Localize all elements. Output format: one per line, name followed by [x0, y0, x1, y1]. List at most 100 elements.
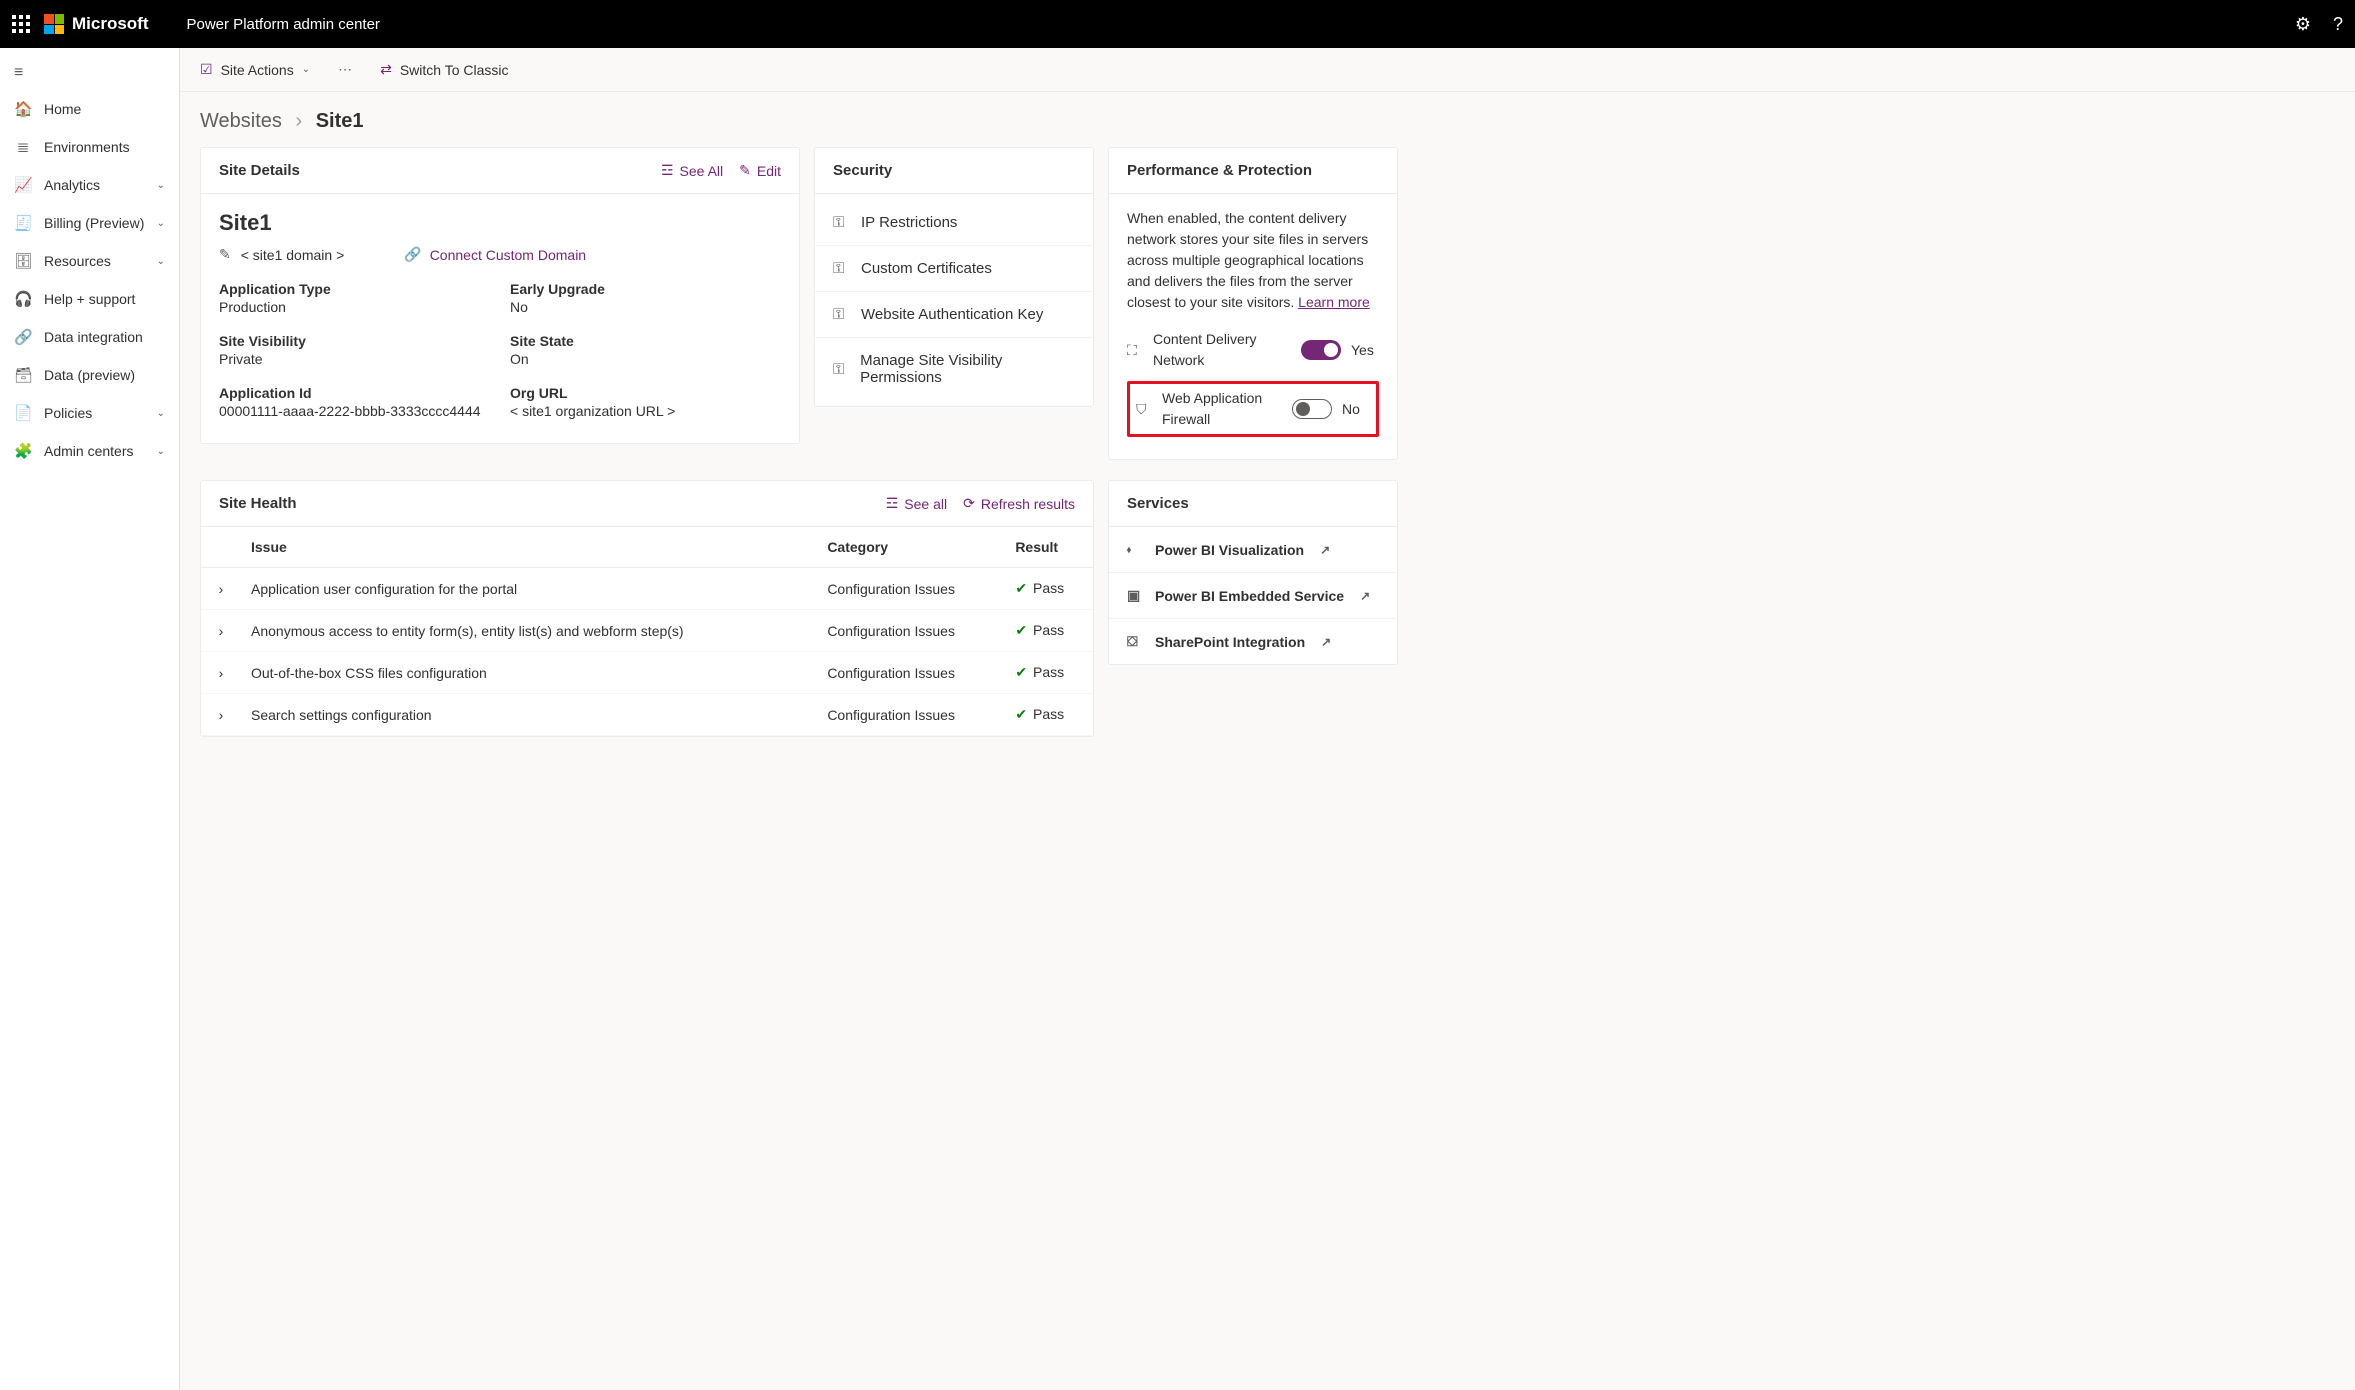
- nav-icon: 🧾: [14, 214, 32, 232]
- issue-cell: Out-of-the-box CSS files configuration: [241, 652, 817, 694]
- cdn-toggle[interactable]: [1301, 340, 1341, 360]
- nav-icon: 📄: [14, 404, 32, 422]
- site-health-card: Site Health ☲See all ⟳Refresh results Is…: [200, 480, 1094, 737]
- waf-row: ⛉ Web Application Firewall No: [1136, 388, 1370, 430]
- breadcrumb-current: Site1: [316, 110, 364, 132]
- chevron-down-icon: ⌄: [157, 218, 165, 229]
- checkmark-icon: ✔: [1015, 622, 1027, 638]
- nav-item-data-integration[interactable]: 🔗Data integration: [0, 318, 179, 356]
- waf-state: No: [1342, 399, 1370, 420]
- pencil-icon[interactable]: ✎: [219, 246, 231, 263]
- issue-cell: Search settings configuration: [241, 694, 817, 736]
- left-nav: ≡ 🏠 Home ≣Environments📈Analytics⌄🧾Billing …: [0, 48, 180, 1390]
- refresh-results-link[interactable]: ⟳Refresh results: [963, 495, 1075, 512]
- app-launcher-icon[interactable]: [12, 15, 30, 33]
- application-id-label: Application Id: [219, 385, 490, 401]
- expand-row-icon[interactable]: ›: [201, 568, 241, 610]
- learn-more-link[interactable]: Learn more: [1298, 294, 1370, 310]
- service-label: SharePoint Integration: [1155, 634, 1305, 650]
- breadcrumb-root[interactable]: Websites: [200, 110, 282, 132]
- expand-row-icon[interactable]: ›: [201, 694, 241, 736]
- nav-item-admin-centers[interactable]: 🧩Admin centers⌄: [0, 432, 179, 470]
- security-item[interactable]: ⚿ Manage Site Visibility Permissions: [815, 338, 1093, 400]
- nav-icon: ≣: [14, 138, 32, 156]
- col-category: Category: [817, 527, 1005, 568]
- nav-icon: 🏠: [14, 100, 32, 118]
- security-title: Security: [833, 162, 892, 179]
- service-label: Power BI Embedded Service: [1155, 588, 1344, 604]
- app-title: Power Platform admin center: [187, 16, 380, 33]
- nav-label: Home: [44, 101, 81, 117]
- key-icon: ⚿: [833, 361, 848, 378]
- gear-icon[interactable]: ⚙: [2295, 14, 2311, 35]
- nav-item-policies[interactable]: 📄Policies⌄: [0, 394, 179, 432]
- switch-classic-label: Switch To Classic: [400, 62, 509, 78]
- category-cell: Configuration Issues: [817, 610, 1005, 652]
- expand-row-icon[interactable]: ›: [201, 652, 241, 694]
- nav-icon: 🗄: [14, 252, 32, 270]
- nav-icon: 📈: [14, 176, 32, 194]
- nav-item-resources[interactable]: 🗄 Resources ⌄: [0, 242, 179, 280]
- security-item-label: IP Restrictions: [861, 214, 957, 231]
- site-state-value: On: [510, 351, 781, 367]
- nav-label: Resources: [44, 253, 111, 269]
- service-icon: ⛋: [1127, 633, 1143, 650]
- application-type-value: Production: [219, 299, 490, 315]
- nav-item-analytics[interactable]: 📈Analytics⌄: [0, 166, 179, 204]
- command-bar: ☑ Site Actions ⌄ ⋯ ⇄ Switch To Classic: [180, 48, 2355, 92]
- connect-custom-domain-link[interactable]: 🔗 Connect Custom Domain: [404, 246, 586, 263]
- nav-item-home[interactable]: 🏠 Home: [0, 90, 179, 128]
- pencil-icon: ✎: [739, 162, 751, 179]
- nav-item-data-preview-[interactable]: 🗃Data (preview): [0, 356, 179, 394]
- health-see-all-link[interactable]: ☲See all: [886, 495, 947, 512]
- checkmark-icon: ✔: [1015, 664, 1027, 680]
- site-details-card: Site Details ☲See All ✎Edit Site1 ✎ < si…: [200, 147, 800, 444]
- early-upgrade-label: Early Upgrade: [510, 281, 781, 297]
- hamburger-icon[interactable]: ≡: [0, 56, 179, 90]
- help-icon[interactable]: ?: [2333, 14, 2343, 35]
- top-bar: Microsoft Power Platform admin center ⚙ …: [0, 0, 2355, 48]
- result-cell: ✔Pass: [1005, 694, 1093, 736]
- category-cell: Configuration Issues: [817, 568, 1005, 610]
- service-item[interactable]: ⛋ SharePoint Integration ↗: [1109, 619, 1397, 664]
- site-actions-menu[interactable]: ☑ Site Actions ⌄: [200, 61, 310, 78]
- checkmark-icon: ✔: [1015, 706, 1027, 722]
- security-item[interactable]: ⚿Website Authentication Key: [815, 292, 1093, 338]
- issue-cell: Anonymous access to entity form(s), enti…: [241, 610, 817, 652]
- site-health-table: Issue Category Result ›Application user …: [201, 527, 1093, 736]
- table-row: ›Application user configuration for the …: [201, 568, 1093, 610]
- table-row: ›Out-of-the-box CSS files configurationC…: [201, 652, 1093, 694]
- service-item[interactable]: ⬪Power BI Visualization↗: [1109, 527, 1397, 573]
- security-item[interactable]: ⚿Custom Certificates: [815, 246, 1093, 292]
- issue-cell: Application user configuration for the p…: [241, 568, 817, 610]
- waf-toggle[interactable]: [1292, 399, 1332, 419]
- application-type-label: Application Type: [219, 281, 490, 297]
- table-row: ›Search settings configurationConfigurat…: [201, 694, 1093, 736]
- chevron-right-icon: ›: [295, 110, 302, 132]
- more-actions-button[interactable]: ⋯: [338, 61, 352, 78]
- chevron-down-icon: ⌄: [157, 256, 165, 267]
- nav-item-environments[interactable]: ≣Environments: [0, 128, 179, 166]
- nav-icon: 🔗: [14, 328, 32, 346]
- see-all-link[interactable]: ☲See All: [661, 162, 723, 179]
- checkmark-icon: ✔: [1015, 580, 1027, 596]
- nav-icon: 🧩: [14, 442, 32, 460]
- result-cell: ✔Pass: [1005, 568, 1093, 610]
- nav-item-billing-preview-[interactable]: 🧾Billing (Preview)⌄: [0, 204, 179, 242]
- open-external-icon: ↗: [1321, 635, 1331, 649]
- security-item[interactable]: ⚿IP Restrictions: [815, 200, 1093, 246]
- expand-row-icon[interactable]: ›: [201, 610, 241, 652]
- security-item-label: Manage Site Visibility Permissions: [860, 352, 1075, 386]
- site-state-label: Site State: [510, 333, 781, 349]
- nav-label: Policies: [44, 405, 92, 421]
- key-icon: ⚿: [833, 306, 849, 323]
- nav-item-help-support[interactable]: 🎧Help + support: [0, 280, 179, 318]
- refresh-icon: ⟳: [963, 495, 975, 512]
- nav-label: Admin centers: [44, 443, 133, 459]
- org-url-label: Org URL: [510, 385, 781, 401]
- service-icon: ▣: [1127, 587, 1143, 604]
- service-item[interactable]: ▣Power BI Embedded Service↗: [1109, 573, 1397, 619]
- edit-link[interactable]: ✎Edit: [739, 162, 781, 179]
- cdn-label: Content Delivery Network: [1153, 329, 1291, 371]
- switch-to-classic-button[interactable]: ⇄ Switch To Classic: [380, 61, 508, 78]
